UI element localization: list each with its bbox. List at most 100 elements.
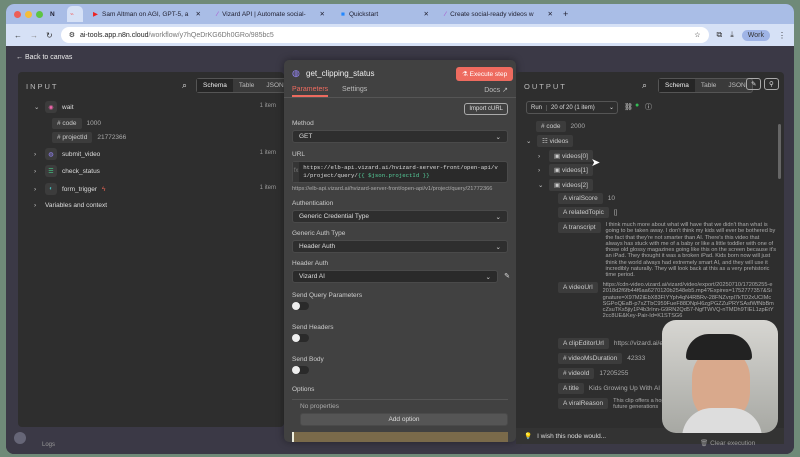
url-input[interactable]: fx https://elb-api.vizard.ai/hvizard-serv… bbox=[292, 161, 508, 183]
chevron-right-icon: › bbox=[538, 152, 541, 160]
bookmark-star-icon[interactable]: ☆ bbox=[694, 31, 700, 39]
tab-create-videos[interactable]: ⁄ Create social-ready videos w ✕ bbox=[439, 6, 559, 22]
field-videos-2[interactable]: ⌄ ▣ videos[2] bbox=[538, 179, 593, 191]
chevron-down-icon: ⌄ bbox=[538, 182, 544, 189]
form-icon: ◐ bbox=[45, 183, 57, 195]
pin-data-icon[interactable]: ⚲ bbox=[764, 78, 779, 90]
field-key: # videoMsDuration bbox=[558, 353, 623, 364]
close-tab-icon[interactable]: ✕ bbox=[196, 10, 201, 18]
tab-parameters[interactable]: Parameters bbox=[292, 86, 329, 97]
maximize-window-button[interactable] bbox=[36, 10, 43, 18]
field-key: # projectId bbox=[52, 132, 93, 143]
method-select[interactable]: GET ⌄ bbox=[292, 130, 508, 143]
field-key: ▣ videos[1] bbox=[549, 164, 593, 176]
node-title[interactable]: get_clipping_status bbox=[306, 69, 375, 78]
run-selector[interactable]: Run 20 of 20 (1 item) ⌄ bbox=[526, 101, 618, 114]
search-icon[interactable]: ⌕ bbox=[182, 80, 187, 91]
clear-execution-button[interactable]: 🗑 Clear execution bbox=[700, 439, 755, 447]
edit-credential-icon[interactable]: ✎ bbox=[504, 272, 510, 280]
tab-label: Create social-ready videos w bbox=[450, 10, 534, 18]
view-schema[interactable]: Schema bbox=[197, 79, 233, 92]
back-to-canvas-button[interactable]: ← Back to canvas bbox=[16, 54, 72, 61]
tab-quickstart[interactable]: ■ Quickstart ✕ bbox=[335, 6, 435, 22]
send-query-field: Send Query Parameters bbox=[292, 292, 508, 310]
header-auth-select[interactable]: Vizard AI ⌄ bbox=[292, 270, 498, 283]
field-relatedtopic[interactable]: A relatedTopic [] bbox=[558, 207, 617, 218]
send-body-toggle[interactable] bbox=[292, 366, 309, 374]
download-icon[interactable]: ⤓ bbox=[730, 30, 734, 40]
authentication-select[interactable]: Generic Credential Type ⌄ bbox=[292, 210, 508, 223]
close-tab-icon[interactable]: ✕ bbox=[548, 10, 553, 18]
node-submit-video[interactable]: › ◍ submit_video bbox=[34, 148, 100, 160]
field-videos-0[interactable]: › ▣ videos[0] bbox=[538, 150, 593, 162]
minimize-window-button[interactable] bbox=[25, 10, 32, 18]
back-icon[interactable]: ← bbox=[14, 31, 22, 40]
add-option-button[interactable]: Add option bbox=[300, 413, 508, 426]
field-videos[interactable]: ⌄ ☷ videos bbox=[526, 135, 574, 147]
tab-settings[interactable]: Settings bbox=[342, 86, 367, 93]
node-form-trigger[interactable]: › ◐ form_trigger ϟ bbox=[34, 183, 106, 195]
field-videourl[interactable]: A videoUrl https://cdn-video.vizard.ai/vi… bbox=[558, 282, 775, 320]
field-value: 2000 bbox=[570, 123, 585, 130]
chevron-right-icon: › bbox=[538, 166, 541, 174]
tab-notion[interactable]: N bbox=[47, 6, 63, 22]
search-icon[interactable]: ⌕ bbox=[642, 80, 647, 91]
info-icon[interactable]: ⓘ bbox=[645, 102, 652, 112]
unlink-icon[interactable]: ⛓ bbox=[624, 103, 633, 111]
globe-icon: ◍ bbox=[292, 68, 300, 78]
docs-link[interactable]: Docs ↗ bbox=[484, 86, 508, 94]
view-table[interactable]: Table bbox=[233, 79, 261, 92]
forward-icon[interactable]: → bbox=[30, 31, 38, 40]
site-settings-icon[interactable]: ⚙ bbox=[69, 31, 75, 39]
send-headers-toggle[interactable] bbox=[292, 334, 309, 342]
tab-youtube[interactable]: ▶ Sam Altman on AGI, GPT-5, a ✕ bbox=[87, 6, 207, 22]
presenter-cap bbox=[686, 334, 752, 360]
toolbar: ← → ↻ ⚙ ai-tools.app.n8n.cloud/workflow/y7h… bbox=[6, 24, 794, 46]
output-view-switch: Schema Table JSON bbox=[658, 78, 753, 93]
import-curl-button[interactable]: Import cURL bbox=[464, 103, 508, 115]
menu-icon[interactable]: ⋮ bbox=[778, 31, 786, 40]
send-query-toggle[interactable] bbox=[292, 302, 309, 310]
logs-tab[interactable]: Logs bbox=[42, 442, 55, 448]
tab-n8n[interactable]: ⌁ bbox=[67, 6, 83, 22]
close-tab-icon[interactable]: ✕ bbox=[320, 10, 325, 18]
field-projectid[interactable]: # projectId 21772366 bbox=[52, 132, 126, 143]
field-key: A videoUrl bbox=[558, 282, 598, 293]
view-table[interactable]: Table bbox=[695, 79, 723, 92]
docs-icon: ■ bbox=[341, 10, 345, 18]
field-viralscore[interactable]: A viralScore 10 bbox=[558, 193, 615, 204]
node-wait[interactable]: ⌄ ◉ wait bbox=[34, 101, 74, 113]
edit-output-icon[interactable]: ✎ bbox=[746, 78, 762, 90]
field-videos-1[interactable]: › ▣ videos[1] bbox=[538, 164, 593, 176]
new-tab-button[interactable]: + bbox=[563, 9, 568, 19]
close-window-button[interactable] bbox=[14, 10, 21, 18]
field-label: Options bbox=[292, 386, 315, 393]
scrollbar[interactable] bbox=[778, 124, 781, 179]
view-schema[interactable]: Schema bbox=[659, 79, 695, 92]
generic-auth-type-select[interactable]: Header Auth ⌄ bbox=[292, 240, 508, 253]
field-videoid[interactable]: # videoId 17205255 bbox=[558, 368, 628, 379]
field-title[interactable]: A title Kids Growing Up With AI Will bbox=[558, 383, 672, 394]
url-expression: {{ $json.projectId }} bbox=[357, 172, 430, 179]
tab-vizard-api[interactable]: ⁄ Vizard API | Automate social- ✕ bbox=[211, 6, 331, 22]
variables-and-context[interactable]: › Variables and context bbox=[34, 202, 107, 209]
field-code[interactable]: # code 1000 bbox=[52, 118, 101, 129]
close-tab-icon[interactable]: ✕ bbox=[424, 10, 429, 18]
node-check-status[interactable]: › ☰ check_status bbox=[34, 165, 100, 177]
chevron-down-icon: ⌄ bbox=[495, 243, 501, 251]
field-key: A title bbox=[558, 383, 584, 394]
avatar[interactable] bbox=[14, 432, 26, 444]
reload-icon[interactable]: ↻ bbox=[46, 31, 53, 40]
field-videomsduration[interactable]: # videoMsDuration 42333 bbox=[558, 353, 645, 364]
field-code[interactable]: # code 2000 bbox=[536, 121, 585, 132]
profile-button[interactable]: Work bbox=[741, 29, 770, 41]
output-title: OUTPUT bbox=[524, 82, 567, 91]
extensions-icon[interactable]: ⧉ bbox=[717, 30, 723, 40]
field-clipeditorurl[interactable]: A clipEditorUrl https://vizard.ai/editor bbox=[558, 338, 676, 349]
node-name: form_trigger bbox=[62, 185, 98, 193]
field-transcript[interactable]: A transcript I think much more about what… bbox=[558, 222, 778, 279]
node-name: check_status bbox=[62, 167, 100, 175]
address-bar[interactable]: ⚙ ai-tools.app.n8n.cloud/workflow/y7hQeDr… bbox=[60, 27, 709, 43]
execute-step-button[interactable]: ⚗ Execute step bbox=[456, 67, 514, 81]
tab-strip: N ⌁ ▶ Sam Altman on AGI, GPT-5, a ✕ ⁄ Vizar… bbox=[6, 4, 794, 24]
